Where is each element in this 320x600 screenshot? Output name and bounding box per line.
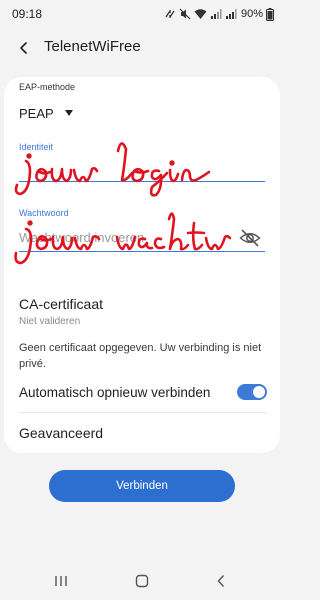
signal-icon <box>210 9 222 19</box>
advanced-settings-item[interactable]: Geavanceerd <box>19 425 103 441</box>
battery-percentage: 90% <box>240 8 263 20</box>
eap-settings-card: EAP-methode PEAP Identiteit Wachtwoord W… <box>4 77 280 453</box>
chevron-left-icon <box>217 575 225 587</box>
certificate-warning-text: Geen certificaat opgegeven. Uw verbindin… <box>19 342 262 370</box>
auto-reconnect-toggle[interactable] <box>237 384 267 400</box>
triangle-down-icon <box>64 110 73 116</box>
nav-back-button[interactable] <box>210 571 232 591</box>
status-time: 09:18 <box>12 7 43 21</box>
identity-label: Identiteit <box>19 142 54 152</box>
system-nav-bar <box>0 563 284 600</box>
wifi-eap-config-screen: 09:18 90% TelenetWiFree EAP-methode PEAP… <box>0 0 284 600</box>
app-bar: TelenetWiFree <box>0 28 284 68</box>
auto-reconnect-label: Automatisch opnieuw verbinden <box>19 385 211 400</box>
mute-icon <box>179 8 191 20</box>
battery-icon <box>266 7 274 21</box>
nav-home-button[interactable] <box>131 571 153 591</box>
status-bar: 09:18 90% <box>0 0 284 28</box>
toggle-knob <box>253 386 265 398</box>
password-placeholder: Wachtwoord invoeren <box>19 230 145 245</box>
page-title: TelenetWiFree <box>44 38 141 55</box>
eap-method-value: PEAP <box>19 105 54 121</box>
recents-icon <box>55 576 67 586</box>
home-icon <box>135 574 149 588</box>
identity-input[interactable] <box>19 155 265 182</box>
password-label: Wachtwoord <box>19 208 69 218</box>
data-arrows-icon <box>165 10 175 18</box>
password-input[interactable]: Wachtwoord invoeren <box>19 225 265 252</box>
back-button[interactable] <box>12 36 36 60</box>
arrow-left-icon <box>20 42 27 54</box>
nav-recents-button[interactable] <box>50 571 72 591</box>
status-icons: 90% <box>164 6 274 22</box>
eye-off-icon <box>239 229 261 247</box>
signal-icon-2 <box>225 9 237 19</box>
connect-button[interactable]: Verbinden <box>49 470 235 502</box>
eap-method-label: EAP-methode <box>19 82 76 92</box>
ca-certificate-title[interactable]: CA-certificaat <box>19 296 103 312</box>
ca-certificate-value: Niet valideren <box>19 316 81 327</box>
auto-reconnect-row[interactable]: Automatisch opnieuw verbinden <box>19 383 267 403</box>
divider <box>19 412 267 413</box>
password-visibility-toggle[interactable] <box>239 228 261 248</box>
wifi-icon <box>194 9 207 19</box>
eap-method-dropdown[interactable]: PEAP <box>19 103 73 123</box>
